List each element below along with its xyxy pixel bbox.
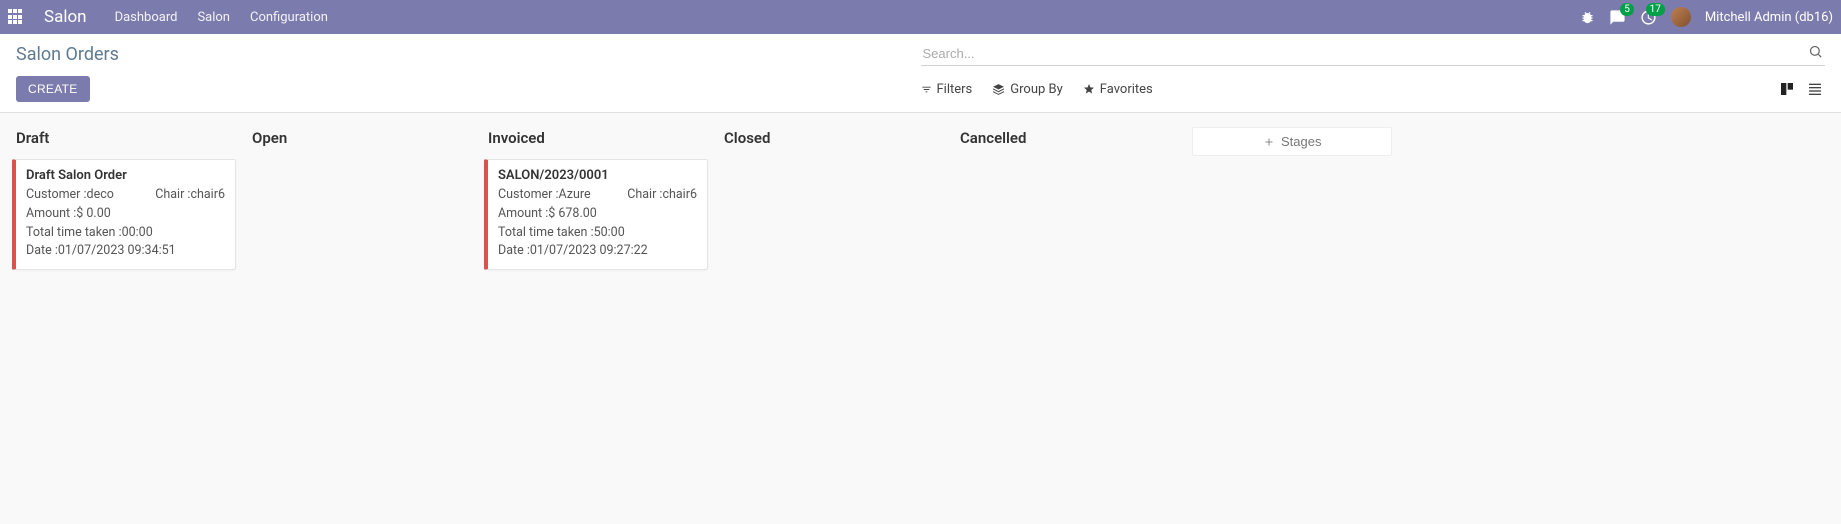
user-name[interactable]: Mitchell Admin (db16) bbox=[1705, 10, 1833, 25]
card-date: Date :01/07/2023 09:34:51 bbox=[26, 242, 225, 261]
filter-icon bbox=[921, 84, 932, 95]
kanban-column-invoiced: Invoiced SALON/2023/0001 Customer :Azure… bbox=[480, 125, 712, 278]
apps-icon[interactable] bbox=[8, 9, 24, 25]
filters-button[interactable]: Filters bbox=[921, 82, 973, 97]
messages-badge: 5 bbox=[1620, 3, 1634, 16]
search-input[interactable] bbox=[921, 42, 1826, 65]
search-icon[interactable] bbox=[1808, 44, 1823, 59]
kanban-column-open: Open bbox=[244, 125, 476, 159]
kanban-column-closed: Closed bbox=[716, 125, 948, 159]
stages-label: Stages bbox=[1281, 134, 1321, 149]
plus-icon bbox=[1263, 136, 1275, 148]
card-chair: Chair :chair6 bbox=[155, 186, 225, 205]
kanban-column-draft: Draft Draft Salon Order Customer :deco C… bbox=[8, 125, 240, 278]
app-brand[interactable]: Salon bbox=[44, 7, 87, 27]
column-title[interactable]: Closed bbox=[720, 125, 944, 159]
kanban-column-add: Stages bbox=[1188, 125, 1420, 156]
search-container bbox=[921, 42, 1826, 66]
nav-dashboard[interactable]: Dashboard bbox=[115, 10, 178, 25]
card-chair: Chair :chair6 bbox=[627, 186, 697, 205]
card-time: Total time taken :50:00 bbox=[498, 224, 697, 243]
card-amount: Amount :$ 678.00 bbox=[498, 205, 697, 224]
kanban-column-cancelled: Cancelled bbox=[952, 125, 1184, 159]
groupby-label: Group By bbox=[1010, 82, 1063, 97]
card-title: SALON/2023/0001 bbox=[498, 168, 697, 183]
card-date: Date :01/07/2023 09:27:22 bbox=[498, 242, 697, 261]
favorites-button[interactable]: Favorites bbox=[1083, 82, 1153, 97]
nav-salon[interactable]: Salon bbox=[197, 10, 230, 25]
main-navbar: Salon Dashboard Salon Configuration 5 17… bbox=[0, 0, 1841, 34]
create-button[interactable]: CREATE bbox=[16, 76, 90, 102]
favorites-label: Favorites bbox=[1100, 82, 1153, 97]
debug-icon[interactable] bbox=[1580, 10, 1595, 25]
column-title[interactable]: Cancelled bbox=[956, 125, 1180, 159]
card-customer: Customer :deco bbox=[26, 186, 114, 205]
column-title[interactable]: Draft bbox=[12, 125, 236, 159]
activities-icon[interactable]: 17 bbox=[1640, 9, 1657, 26]
kanban-card[interactable]: SALON/2023/0001 Customer :Azure Chair :c… bbox=[484, 159, 708, 270]
column-title[interactable]: Invoiced bbox=[484, 125, 708, 159]
card-title: Draft Salon Order bbox=[26, 168, 225, 183]
activities-badge: 17 bbox=[1646, 3, 1665, 16]
messages-icon[interactable]: 5 bbox=[1609, 9, 1626, 26]
kanban-view-icon[interactable] bbox=[1777, 80, 1797, 98]
filters-label: Filters bbox=[937, 82, 973, 97]
page-title: Salon Orders bbox=[16, 44, 921, 65]
column-title[interactable]: Open bbox=[248, 125, 472, 159]
kanban-card[interactable]: Draft Salon Order Customer :deco Chair :… bbox=[12, 159, 236, 270]
avatar[interactable] bbox=[1671, 7, 1691, 27]
add-stage-button[interactable]: Stages bbox=[1192, 127, 1392, 156]
layers-icon bbox=[992, 83, 1005, 96]
groupby-button[interactable]: Group By bbox=[992, 82, 1063, 97]
nav-configuration[interactable]: Configuration bbox=[250, 10, 328, 25]
list-view-icon[interactable] bbox=[1805, 80, 1825, 98]
kanban-board: Draft Draft Salon Order Customer :deco C… bbox=[0, 113, 1841, 290]
card-amount: Amount :$ 0.00 bbox=[26, 205, 225, 224]
star-icon bbox=[1083, 83, 1095, 95]
control-panel: Salon Orders CREATE Filters Group By Fav… bbox=[0, 34, 1841, 113]
card-customer: Customer :Azure bbox=[498, 186, 591, 205]
nav-menu: Dashboard Salon Configuration bbox=[115, 10, 328, 25]
card-time: Total time taken :00:00 bbox=[26, 224, 225, 243]
